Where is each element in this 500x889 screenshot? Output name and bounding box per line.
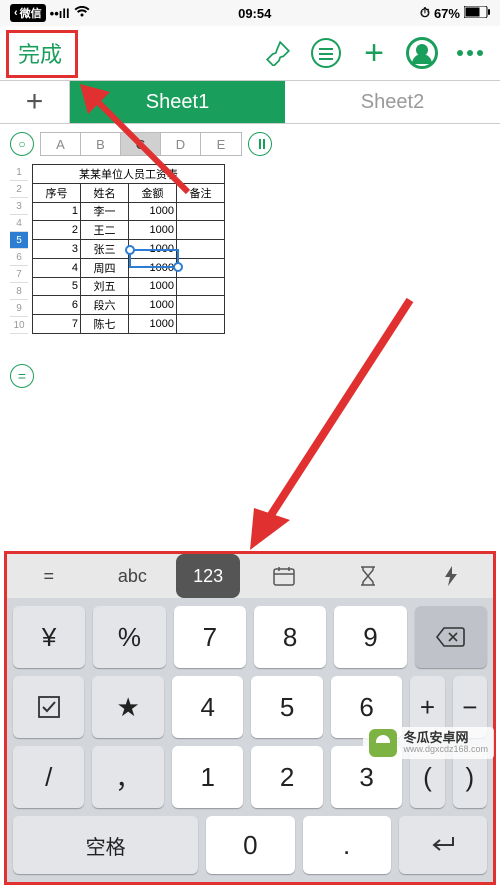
column-ruler-row: ○ A B C D E [0, 124, 500, 164]
keyboard-zone: = abc 123 ¥ % 7 8 9 [0, 547, 500, 889]
col-e[interactable]: E [201, 133, 241, 155]
watermark-url: www.dgxcdz168.com [403, 745, 488, 755]
battery-icon [464, 6, 490, 21]
table-row: 5刘五1000 [33, 277, 225, 296]
watermark-title: 冬瓜安卓网 [403, 731, 488, 745]
spreadsheet-area: 1 2 3 4 5 6 7 8 9 10 某某单位人员工资表 序号 姓名 金额 … [0, 164, 500, 334]
key-space[interactable]: 空格 [13, 816, 198, 874]
row-3[interactable]: 3 [10, 198, 28, 215]
more-icon[interactable] [450, 33, 490, 73]
key-enter[interactable] [399, 816, 487, 874]
key-0[interactable]: 0 [206, 816, 294, 874]
table-row: 3张三1000 [33, 240, 225, 259]
key-backspace[interactable] [415, 606, 487, 668]
table-row: 7陈七1000 [33, 315, 225, 334]
clock: 09:54 [238, 6, 271, 21]
key-percent[interactable]: % [93, 606, 165, 668]
tab-sheet2[interactable]: Sheet2 [285, 81, 500, 123]
row-4[interactable]: 4 [10, 215, 28, 232]
key-8[interactable]: 8 [254, 606, 326, 668]
profile-icon[interactable] [402, 33, 442, 73]
annotation-highlight-keyboard: = abc 123 ¥ % 7 8 9 [4, 551, 496, 885]
add-button[interactable]: + [354, 33, 394, 73]
data-table[interactable]: 某某单位人员工资表 序号 姓名 金额 备注 1李一1000 2王二1000 3张… [32, 164, 225, 334]
table-row: 1李一1000 [33, 202, 225, 221]
key-7[interactable]: 7 [174, 606, 246, 668]
back-to-app[interactable]: ‹ 微信 [10, 4, 46, 22]
kb-tab-abc[interactable]: abc [91, 554, 175, 598]
key-star[interactable]: ★ [92, 676, 163, 738]
key-comma[interactable]: ， [92, 746, 163, 808]
table-title[interactable]: 某某单位人员工资表 [33, 165, 225, 184]
key-checkbox[interactable] [13, 676, 84, 738]
col-a[interactable]: A [41, 133, 81, 155]
keyboard-toolbar: = abc 123 [7, 554, 493, 598]
wifi-icon [74, 6, 90, 21]
key-9[interactable]: 9 [334, 606, 406, 668]
row-5[interactable]: 5 [10, 232, 28, 249]
key-4[interactable]: 4 [172, 676, 243, 738]
watermark-icon [369, 729, 397, 757]
row-2[interactable]: 2 [10, 181, 28, 198]
column-ruler[interactable]: A B C D E [40, 132, 242, 156]
done-button[interactable]: 完成 [10, 33, 70, 73]
row-7[interactable]: 7 [10, 266, 28, 283]
row-ruler[interactable]: 1 2 3 4 5 6 7 8 9 10 [10, 164, 28, 334]
sheet-tabs: + Sheet1 Sheet2 [0, 80, 500, 124]
key-2[interactable]: 2 [251, 746, 322, 808]
kb-tab-123[interactable]: 123 [176, 554, 240, 598]
pause-circle-icon[interactable] [248, 132, 272, 156]
col-d[interactable]: D [161, 133, 201, 155]
table-row: 6段六1000 [33, 296, 225, 315]
battery-pct: 67% [434, 6, 460, 21]
alarm-icon: ⏱ [420, 5, 430, 21]
signal-icon: ••ıll [50, 6, 70, 21]
formula-button[interactable]: = [10, 364, 34, 388]
row-10[interactable]: 10 [10, 317, 28, 334]
key-yen[interactable]: ¥ [13, 606, 85, 668]
key-slash[interactable]: / [13, 746, 84, 808]
key-dot[interactable]: . [303, 816, 391, 874]
row-8[interactable]: 8 [10, 283, 28, 300]
row-9[interactable]: 9 [10, 300, 28, 317]
kb-tab-hourglass[interactable] [326, 554, 410, 598]
table-row: 2王二1000 [33, 221, 225, 240]
table-header-row: 序号 姓名 金额 备注 [33, 183, 225, 202]
row-6[interactable]: 6 [10, 249, 28, 266]
table-row: 4周四1000 [33, 258, 225, 277]
kb-tab-equals[interactable]: = [7, 554, 91, 598]
format-brush-icon[interactable] [258, 33, 298, 73]
app-toolbar: 完成 + [0, 26, 500, 80]
row-1[interactable]: 1 [10, 164, 28, 181]
kb-tab-date[interactable] [242, 554, 326, 598]
col-c[interactable]: C [121, 133, 161, 155]
select-all-circle[interactable]: ○ [10, 132, 34, 156]
key-1[interactable]: 1 [172, 746, 243, 808]
col-b[interactable]: B [81, 133, 121, 155]
watermark: 冬瓜安卓网 www.dgxcdz168.com [363, 727, 494, 759]
key-5[interactable]: 5 [251, 676, 322, 738]
add-sheet-button[interactable]: + [0, 81, 70, 123]
tab-sheet1[interactable]: Sheet1 [70, 81, 285, 123]
kb-tab-bolt[interactable] [409, 554, 493, 598]
menu-circle-icon[interactable] [306, 33, 346, 73]
status-bar: ‹ 微信 ••ıll 09:54 ⏱ 67% [0, 0, 500, 26]
